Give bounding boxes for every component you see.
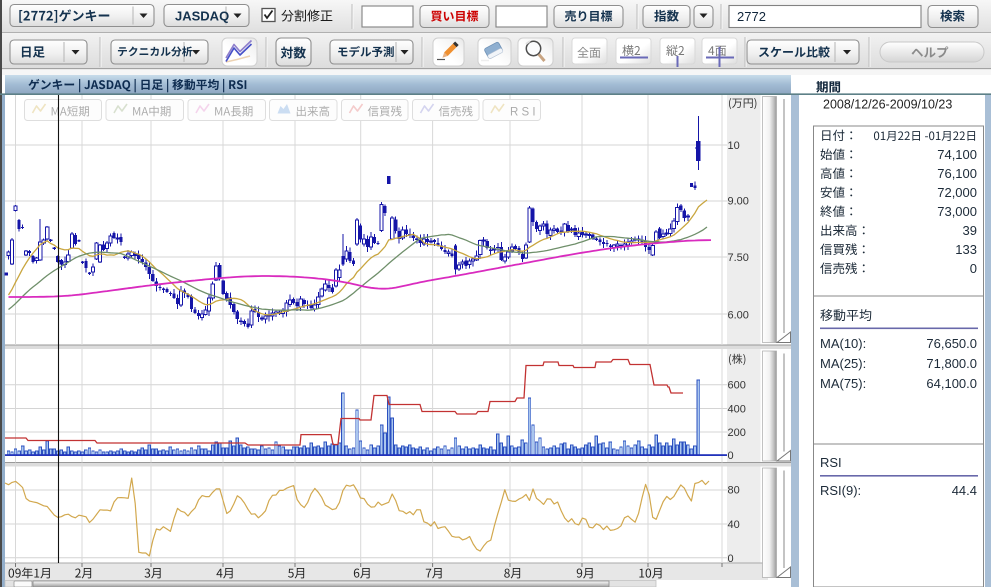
svg-text:RSI: RSI: [820, 455, 842, 470]
svg-text:39: 39: [963, 223, 977, 238]
svg-text:9.00: 9.00: [728, 196, 749, 208]
svg-text:72,000: 72,000: [937, 185, 977, 200]
svg-text:64,100.0: 64,100.0: [926, 376, 977, 391]
svg-text:2772: 2772: [737, 9, 766, 24]
svg-text:0: 0: [970, 261, 977, 276]
svg-text:10: 10: [728, 140, 740, 152]
svg-text:0: 0: [728, 450, 734, 462]
svg-text:2008/12/26-2009/10/23: 2008/12/26-2009/10/23: [823, 98, 952, 112]
svg-text:71,800.0: 71,800.0: [926, 356, 977, 371]
svg-text:133: 133: [955, 242, 977, 257]
svg-text:40: 40: [728, 519, 740, 531]
svg-text:44.4: 44.4: [952, 483, 977, 498]
svg-text:MA(10):: MA(10):: [820, 336, 866, 351]
svg-text:76,100: 76,100: [937, 166, 977, 181]
svg-text:76,650.0: 76,650.0: [926, 336, 977, 351]
svg-text:R S I: R S I: [510, 107, 536, 119]
svg-text:73,000: 73,000: [937, 204, 977, 219]
svg-text:RSI(9):: RSI(9):: [820, 483, 861, 498]
svg-text:80: 80: [728, 485, 740, 497]
svg-text:MA(25):: MA(25):: [820, 356, 866, 371]
svg-text:400: 400: [728, 403, 746, 415]
svg-text:0: 0: [728, 553, 734, 565]
svg-text:600: 600: [728, 380, 746, 392]
svg-text:7.50: 7.50: [728, 252, 749, 264]
svg-text:74,100: 74,100: [937, 147, 977, 162]
svg-text:200: 200: [728, 427, 746, 439]
svg-text:MA(75):: MA(75):: [820, 376, 866, 391]
svg-text:6.00: 6.00: [728, 309, 749, 321]
svg-text:JASDAQ: JASDAQ: [175, 9, 229, 24]
